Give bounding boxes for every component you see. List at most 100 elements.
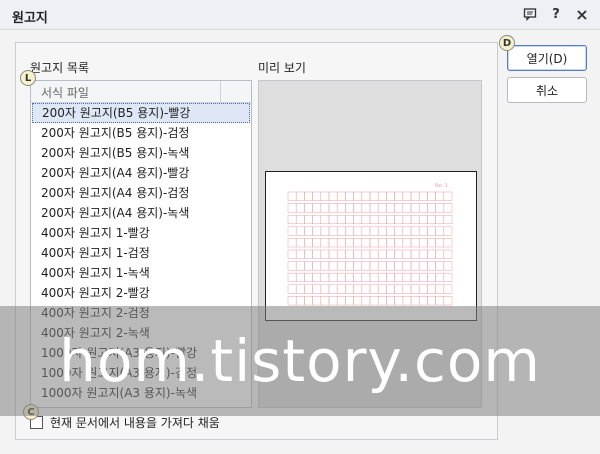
- grid-cell: [435, 226, 445, 236]
- list-label: 원고지 목록: [30, 61, 90, 75]
- grid-cell: [287, 261, 297, 271]
- grid-cell: [353, 214, 363, 225]
- grid-cell: [287, 238, 297, 248]
- grid-cell: [427, 284, 436, 294]
- grid-cell: [377, 284, 387, 294]
- grid-cell: [394, 272, 404, 283]
- grid-cell: [427, 203, 436, 213]
- list-header-extra: [221, 81, 251, 102]
- open-button[interactable]: 열기(D): [507, 45, 587, 71]
- cancel-button[interactable]: 취소: [507, 77, 587, 103]
- grid-cell: [377, 203, 387, 213]
- grid-cell: [377, 226, 387, 236]
- list-header-name[interactable]: 서식 파일: [31, 81, 221, 102]
- grid-cell: [336, 296, 346, 306]
- grid-cell: [418, 296, 428, 306]
- grid-cell: [443, 214, 453, 225]
- grid-cell: [369, 296, 379, 306]
- grid-cell: [443, 272, 453, 283]
- grid-cell: [287, 203, 297, 213]
- grid-cell: [345, 284, 354, 294]
- grid-cell: [295, 191, 305, 201]
- grid-cell: [402, 203, 412, 213]
- grid-cell: [386, 203, 395, 213]
- chat-icon[interactable]: [522, 6, 538, 22]
- grid-cell: [345, 272, 354, 283]
- list-item[interactable]: 400자 원고지 1-녹색: [31, 263, 251, 283]
- grid-cell: [361, 191, 371, 201]
- list-item[interactable]: 200자 원고지(A4 용지)-빨강: [31, 163, 251, 183]
- grid-cell: [295, 203, 305, 213]
- grid-cell: [312, 261, 322, 271]
- grid-cell: [312, 296, 322, 306]
- grid-cell: [435, 296, 445, 306]
- grid-cell: [377, 214, 387, 225]
- grid-cell: [320, 296, 330, 306]
- grid-cell: [328, 272, 338, 283]
- grid-cell: [418, 238, 428, 248]
- grid-cell: [386, 226, 395, 236]
- grid-cell: [312, 226, 322, 236]
- list-item[interactable]: 200자 원고지(B5 용지)-녹색: [31, 143, 251, 163]
- list-item[interactable]: 200자 원고지(B5 용지)-검정: [31, 123, 251, 143]
- list-item[interactable]: 200자 원고지(A4 용지)-녹색: [31, 203, 251, 223]
- grid-cell: [435, 191, 445, 201]
- grid-cell: [312, 238, 322, 248]
- grid-cell: [386, 191, 395, 201]
- grid-cell: [295, 249, 305, 259]
- grid-cell: [443, 249, 453, 259]
- grid-cell: [418, 203, 428, 213]
- grid-cell: [377, 191, 387, 201]
- window-title: 원고지: [12, 11, 48, 26]
- grid-cell: [418, 226, 428, 236]
- fill-from-document-option[interactable]: 현재 문서에서 내용을 가져다 채움: [30, 414, 220, 431]
- grid-cell: [345, 261, 354, 271]
- grid-cell: [443, 296, 453, 306]
- grid-cell: [377, 272, 387, 283]
- close-icon[interactable]: ×: [574, 5, 590, 24]
- grid-cell: [418, 272, 428, 283]
- list-item[interactable]: 400자 원고지 1-검정: [31, 243, 251, 263]
- grid-cell: [410, 214, 420, 225]
- grid-cell: [435, 249, 445, 259]
- grid-cell: [443, 284, 453, 294]
- grid-cell: [394, 296, 404, 306]
- help-icon[interactable]: ?: [548, 6, 564, 22]
- grid-cell: [418, 214, 428, 225]
- grid-cell: [295, 226, 305, 236]
- grid-cell: [410, 296, 420, 306]
- grid-cell: [394, 238, 404, 248]
- grid-cell: [435, 203, 445, 213]
- grid-cell: [410, 249, 420, 259]
- grid-cell: [410, 261, 420, 271]
- grid-cell: [427, 214, 436, 225]
- grid-cell: [287, 226, 297, 236]
- list-item[interactable]: 200자 원고지(A4 용지)-검정: [31, 183, 251, 203]
- list-item[interactable]: 400자 원고지 2-빨강: [31, 283, 251, 303]
- grid-cell: [402, 249, 412, 259]
- list-item[interactable]: 400자 원고지 1-빨강: [31, 223, 251, 243]
- grid-cell: [369, 214, 379, 225]
- grid-cell: [312, 203, 322, 213]
- grid-cell: [345, 191, 354, 201]
- grid-cell: [295, 272, 305, 283]
- list-item[interactable]: 200자 원고지(B5 용지)-빨강: [32, 103, 250, 123]
- grid-cell: [386, 272, 395, 283]
- grid-cell: [353, 296, 363, 306]
- grid-cell: [427, 249, 436, 259]
- grid-cell: [320, 203, 330, 213]
- grid-cell: [394, 191, 404, 201]
- grid-cell: [328, 203, 338, 213]
- grid-cell: [312, 214, 322, 225]
- grid-cell: [369, 272, 379, 283]
- fill-from-document-label: 현재 문서에서 내용을 가져다 채움: [50, 416, 220, 430]
- grid-cell: [295, 238, 305, 248]
- grid-cell: [320, 214, 330, 225]
- grid-cell: [295, 261, 305, 271]
- grid-cell: [443, 261, 453, 271]
- grid-cell: [418, 284, 428, 294]
- grid-cell: [304, 249, 313, 259]
- grid-cell: [418, 261, 428, 271]
- grid-cell: [295, 284, 305, 294]
- grid-cell: [361, 284, 371, 294]
